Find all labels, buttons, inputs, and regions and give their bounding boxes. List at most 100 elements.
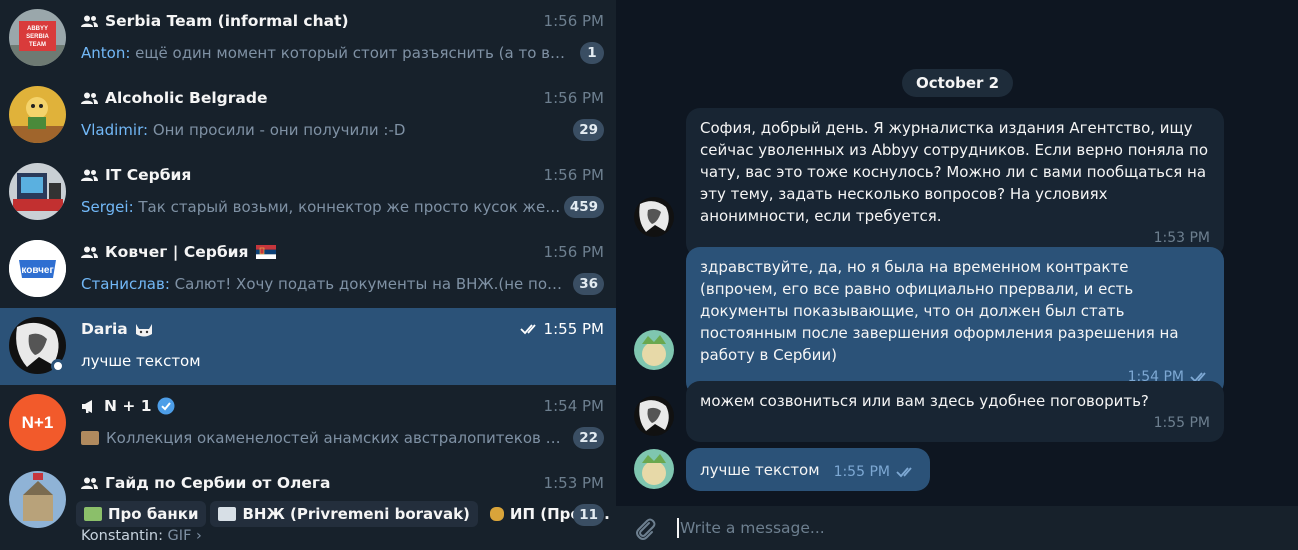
chat-row-kovcheg[interactable]: ковчег Ковчег | Сербия 1:56 PM Станислав… xyxy=(0,231,616,308)
svg-text:TEAM: TEAM xyxy=(29,42,46,48)
avatar-kovcheg: ковчег xyxy=(9,240,66,297)
message-time: 1:55 PM xyxy=(1153,415,1210,431)
message-meta: 1:55 PM xyxy=(834,461,916,483)
megaphone-icon xyxy=(81,399,97,413)
message-text: София, добрый день. Я журналистка издани… xyxy=(700,119,1209,225)
group-icon xyxy=(81,169,98,181)
sender-avatar[interactable] xyxy=(634,197,674,237)
avatar-alcoholic-belgrade xyxy=(9,86,66,143)
svg-text:SERBIA: SERBIA xyxy=(26,34,49,40)
chat-title: Alcoholic Belgrade xyxy=(81,89,541,107)
preview-text: GIF › xyxy=(162,528,202,544)
preview-text: Они просили - они получили :-D xyxy=(148,121,406,139)
avatar-label: N+1 xyxy=(21,412,54,432)
date-separator: October 2 xyxy=(902,69,1014,97)
preview-text: Коллекция окаменелостей анамских австрал… xyxy=(106,429,566,447)
preview-text: ещё один момент который стоит разъяснить… xyxy=(130,44,566,62)
double-check-icon xyxy=(896,466,916,478)
online-indicator xyxy=(51,359,65,373)
message-time: 1:55 PM xyxy=(833,464,890,480)
chat-row-n-plus-1[interactable]: N+1 N + 1 1:54 PM Коллекция окаменелосте… xyxy=(0,385,616,462)
chat-title: N + 1 xyxy=(81,397,541,415)
group-icon xyxy=(81,15,98,27)
message-composer xyxy=(616,506,1298,550)
preview-sender: Anton: xyxy=(81,44,131,62)
chat-title-text: Alcoholic Belgrade xyxy=(105,89,268,107)
chat-time: 1:56 PM xyxy=(543,12,604,30)
unread-badge: 36 xyxy=(573,273,604,295)
chat-preview: Vladimir: Они просили - они получили :-D xyxy=(81,121,566,139)
chat-time: 1:54 PM xyxy=(543,397,604,415)
chat-title-text: Гайд по Сербии от Олега xyxy=(105,474,331,492)
chat-preview: Konstantin: GIF › xyxy=(81,528,566,544)
message-text: можем созвониться или вам здесь удобнее … xyxy=(700,392,1149,410)
chat-preview: Коллекция окаменелостей анамских австрал… xyxy=(81,429,566,447)
conversation-panel: October 2 София, добрый день. Я журналис… xyxy=(616,0,1298,550)
preview-text: Салют! Хочу подать документы на ВНЖ.(не … xyxy=(169,275,566,293)
group-icon xyxy=(81,92,98,104)
unread-badge: 22 xyxy=(573,427,604,449)
chat-row-alcoholic-belgrade[interactable]: Alcoholic Belgrade 1:56 PM Vladimir: Они… xyxy=(0,77,616,154)
money-icon xyxy=(84,507,102,521)
own-avatar[interactable] xyxy=(634,330,674,370)
topic-pill[interactable]: ВНЖ (Privremeni boravak) xyxy=(210,501,478,527)
own-avatar[interactable] xyxy=(634,449,674,489)
topic-folders: Про банки ВНЖ (Privremeni boravak) ИП (П… xyxy=(76,501,616,527)
message-bubble-outgoing[interactable]: здравствуйте, да, но я была на временном… xyxy=(686,247,1224,396)
unread-badge: 29 xyxy=(573,119,604,141)
topic-pill[interactable]: Про банки xyxy=(76,501,207,527)
preview-sender: Konstantin: xyxy=(81,528,163,544)
chat-time: 1:53 PM xyxy=(543,474,604,492)
unread-badge: 1 xyxy=(580,42,604,64)
message-bubble-incoming[interactable]: София, добрый день. Я журналистка издани… xyxy=(686,108,1224,257)
text-caret xyxy=(677,518,679,538)
chat-title-text: IT Сербия xyxy=(105,166,192,184)
message-text: здравствуйте, да, но я была на временном… xyxy=(700,258,1179,364)
chat-title-text: Serbia Team (informal chat) xyxy=(105,12,349,30)
message-bubble-incoming[interactable]: можем созвониться или вам здесь удобнее … xyxy=(686,381,1224,442)
chat-title-text: Ковчег | Сербия xyxy=(105,243,249,261)
unread-badge: 459 xyxy=(563,196,604,218)
unread-badge: 11 xyxy=(573,504,604,526)
message-text: лучше текстом xyxy=(700,461,820,479)
chat-row-serbia-team[interactable]: ABBYY SERBIA TEAM Serbia Team (informal … xyxy=(0,0,616,77)
image-thumbnail-icon xyxy=(81,431,99,445)
money-bag-icon xyxy=(489,507,504,521)
chat-time-text: 1:55 PM xyxy=(543,320,604,338)
chat-row-serbia-guide[interactable]: Гайд по Сербии от Олега 1:53 PM Про банк… xyxy=(0,462,616,550)
chat-preview: Anton: ещё один момент который стоит раз… xyxy=(81,44,566,62)
topic-label: ВНЖ (Privremeni boravak) xyxy=(242,505,470,523)
chat-time: 1:56 PM xyxy=(543,89,604,107)
chat-time: 1:55 PM xyxy=(519,320,604,338)
preview-sender: Vladimir: xyxy=(81,121,149,139)
chat-title-text: N + 1 xyxy=(104,397,152,415)
message-input[interactable] xyxy=(680,516,1240,540)
chat-time: 1:56 PM xyxy=(543,166,604,184)
sender-avatar[interactable] xyxy=(634,396,674,436)
avatar-serbia-guide xyxy=(9,471,66,528)
avatar-it-serbia xyxy=(9,163,66,220)
chat-preview: Станислав: Салют! Хочу подать документы … xyxy=(81,275,566,293)
svg-text:ABBYY: ABBYY xyxy=(27,26,48,32)
group-icon xyxy=(81,246,98,258)
chat-time: 1:56 PM xyxy=(543,243,604,261)
chat-preview: Sergei: Так старый возьми, коннектор же … xyxy=(81,198,566,216)
attach-icon[interactable] xyxy=(632,516,658,542)
chat-title: Serbia Team (informal chat) xyxy=(81,12,541,30)
verified-icon xyxy=(157,397,175,415)
svg-text:ковчег: ковчег xyxy=(21,265,53,276)
chat-row-daria[interactable]: Daria 1:55 PM лучше текстом xyxy=(0,308,616,385)
chat-title: Гайд по Сербии от Олега xyxy=(81,474,541,492)
avatar-serbia-team: ABBYY SERBIA TEAM xyxy=(9,9,66,66)
group-icon xyxy=(81,477,98,489)
id-card-icon xyxy=(218,507,237,521)
chat-title-text: Daria xyxy=(81,320,128,338)
preview-sender: Sergei: xyxy=(81,198,134,216)
topic-label: Про банки xyxy=(108,505,199,523)
message-bubble-outgoing[interactable]: лучше текстом 1:55 PM xyxy=(686,448,930,491)
chat-row-it-serbia[interactable]: IT Сербия 1:56 PM Sergei: Так старый воз… xyxy=(0,154,616,231)
cat-emoji-icon xyxy=(133,320,155,338)
serbia-flag-icon xyxy=(256,245,277,259)
chat-title: Daria xyxy=(81,320,541,338)
preview-text: Так старый возьми, коннектор же просто к… xyxy=(133,198,566,216)
